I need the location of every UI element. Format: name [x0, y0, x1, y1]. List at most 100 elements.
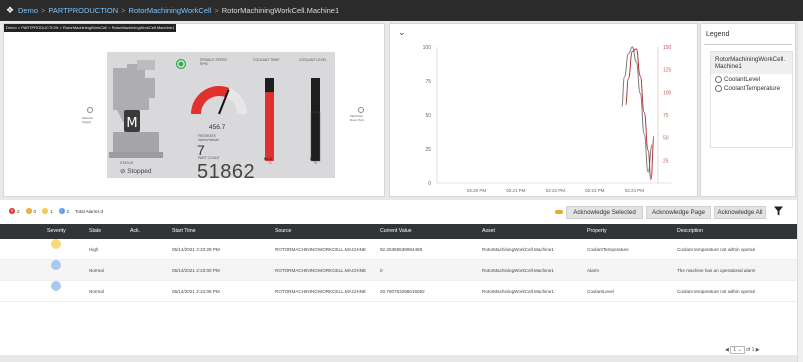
breadcrumb-separator: > — [41, 6, 46, 15]
cell-current-value: 0 — [380, 268, 383, 273]
cell-property: CoolantLevel — [587, 289, 614, 294]
cell-asset: RotorMachiningWorkCell.Machine1 — [482, 247, 554, 252]
y-tick-label-right: 150 — [663, 45, 672, 51]
cell-current-value: 92.25385539994488 — [380, 247, 423, 252]
coolant-level-bar — [310, 111, 321, 162]
breadcrumb-workcell[interactable]: RotorMachiningWorkCell — [129, 6, 212, 15]
cell-start-time: 05/14/2021 2:23:00 PM — [172, 268, 220, 273]
column-start-time[interactable]: Start Time — [172, 224, 196, 239]
legend-item-coolant-temperature[interactable]: CoolantTemperature — [711, 83, 792, 92]
machine-card: M SPINDLE SPEED RPM 456.7 FEEDRATE inche… — [107, 52, 335, 183]
x-tick-label: 02:24 PM — [625, 188, 645, 193]
series-line-coolantlevel — [621, 46, 653, 173]
network-icon[interactable]: ❖ — [6, 5, 18, 16]
x-tick-label: 02:23 PM — [585, 188, 605, 193]
coolant-temp-unit: °C — [268, 161, 272, 165]
y-tick-label-right: 125 — [663, 68, 672, 74]
machine-panel: Demo > PARTPRODUCTION > RotorMachiningWo… — [3, 23, 385, 197]
next-page-icon[interactable]: ▶ — [756, 347, 760, 353]
acknowledge-page-button[interactable]: Acknowledge Page — [646, 206, 711, 219]
filter-icon[interactable] — [774, 206, 783, 216]
breadcrumb-separator: > — [121, 6, 126, 15]
status-value: Stopped — [127, 168, 152, 175]
column-description[interactable]: Description — [677, 224, 703, 239]
column-source[interactable]: Source — [275, 224, 291, 239]
status-label: STATUS — [120, 161, 133, 165]
cell-start-time: 05/14/2021 2:24:05 PM — [172, 289, 220, 294]
legend-title: Legend — [706, 31, 730, 38]
y-tick-label-left: 0 — [428, 181, 431, 187]
x-tick-label: 02:20 PM — [467, 188, 487, 193]
table-row[interactable]: Normal 05/14/2021 2:23:00 PM ROTORMACHIN… — [0, 260, 797, 281]
breadcrumb-separator: > — [214, 6, 219, 15]
breadcrumb-demo[interactable]: Demo — [18, 6, 38, 15]
page-scrollbar[interactable] — [797, 21, 803, 362]
spindle-gauge — [191, 85, 247, 115]
table-row[interactable]: High 05/14/2021 2:23:28 PM ROTORMACHININ… — [0, 239, 797, 260]
prev-page-icon[interactable]: ◀ — [725, 347, 729, 353]
table-row[interactable]: Normal 05/14/2021 2:24:05 PM ROTORMACHIN… — [0, 281, 797, 302]
legend-box: RotorMachiningWorkCell.Machine1 CoolantL… — [710, 51, 793, 148]
cell-property: CoolantTemperature — [587, 247, 629, 252]
y-tick-label-left: 100 — [423, 45, 432, 51]
column-severity[interactable]: Severity — [47, 224, 66, 239]
acknowledge-all-button[interactable]: Acknowledge All — [714, 206, 766, 219]
legend-item-label: CoolantTemperature — [724, 85, 781, 92]
y-tick-label-right: 100 — [663, 90, 672, 96]
table-footer — [0, 355, 797, 362]
severity-count-major[interactable]: ! 0 — [25, 208, 36, 214]
breadcrumb-partproduction[interactable]: PARTPRODUCTION — [48, 6, 118, 15]
column-state[interactable]: State — [89, 224, 101, 239]
coolant-temp-bar — [265, 92, 274, 161]
severity-count-info[interactable]: i2 — [58, 208, 69, 214]
acknowledge-icon — [555, 210, 563, 214]
severity-count-critical[interactable]: ✕ 2 — [9, 208, 20, 214]
severity-normal-icon — [51, 281, 61, 291]
severity-count-minor[interactable]: ! 1 — [42, 208, 53, 214]
critical-icon: ✕ — [9, 208, 15, 214]
column-asset[interactable]: Asset — [482, 224, 495, 239]
y-tick-label-right: 50 — [663, 136, 669, 142]
coolant-level-unit: % — [314, 161, 318, 165]
output-port-label: Machined Rotor Part — [350, 114, 364, 122]
part-count-label: PART COUNT — [198, 156, 220, 160]
legend-item-label: CoolantLevel — [724, 76, 761, 83]
page-select[interactable]: 1 ⌄ — [730, 346, 745, 354]
acknowledge-selected-button[interactable]: Acknowledge Selected — [566, 206, 643, 219]
cell-state: High — [89, 247, 99, 252]
machine-silhouette-icon: M — [109, 60, 163, 158]
column-current-value[interactable]: Current Value — [380, 224, 412, 239]
table-header: Severity State Ack. Start Time Source Cu… — [0, 224, 797, 239]
output-port-icon — [358, 107, 364, 113]
x-tick-label: 02:22 PM — [546, 188, 566, 193]
legend-item-coolant-level[interactable]: CoolantLevel — [711, 74, 792, 83]
alarm-table: Severity State Ack. Start Time Source Cu… — [0, 224, 797, 362]
machine-illustration: M — [109, 58, 321, 162]
breadcrumb-bar: ❖ Demo > PARTPRODUCTION > RotorMachining… — [0, 0, 803, 21]
major-icon: ! — [25, 208, 32, 214]
svg-text:M: M — [126, 116, 137, 131]
part-count-value: 51862 — [197, 161, 256, 183]
cell-source: ROTORMACHININGWORKCELL.MACHINE — [275, 247, 367, 252]
trend-chart-panel: ⌄ 0 25 50 75 100 25 50 75 100 125 150 02:20 PM 02:21… — [389, 23, 698, 197]
cell-property: Alarm — [587, 268, 599, 273]
collapse-chevron-icon[interactable]: ⌄ — [398, 27, 406, 38]
cell-description: The machine has an operational alarm — [677, 268, 756, 273]
minor-icon: ! — [42, 208, 49, 214]
column-property[interactable]: Property — [587, 224, 607, 239]
cell-state: Normal — [89, 289, 104, 294]
spindle-speed-value: 456.7 — [209, 124, 226, 131]
x-tick-label: 02:21 PM — [506, 188, 526, 193]
input-port-icon — [87, 107, 93, 113]
total-alarms-label: Total Alarms:3 — [75, 208, 104, 214]
cell-description: Coolant temperature not within operati — [677, 289, 755, 294]
count-value: 2 — [17, 208, 20, 214]
cell-source: ROTORMACHININGWORKCELL.MACHINE — [275, 289, 367, 294]
legend-divider — [704, 44, 792, 45]
count-value: 1 — [50, 208, 53, 214]
y-tick-label-left: 50 — [425, 113, 431, 119]
cell-current-value: 20.760763296016082 — [380, 289, 425, 294]
stopped-icon: ⊘ — [120, 168, 126, 175]
legend-group-header: RotorMachiningWorkCell.Machine1 — [711, 52, 792, 74]
column-ack[interactable]: Ack. — [130, 224, 140, 239]
